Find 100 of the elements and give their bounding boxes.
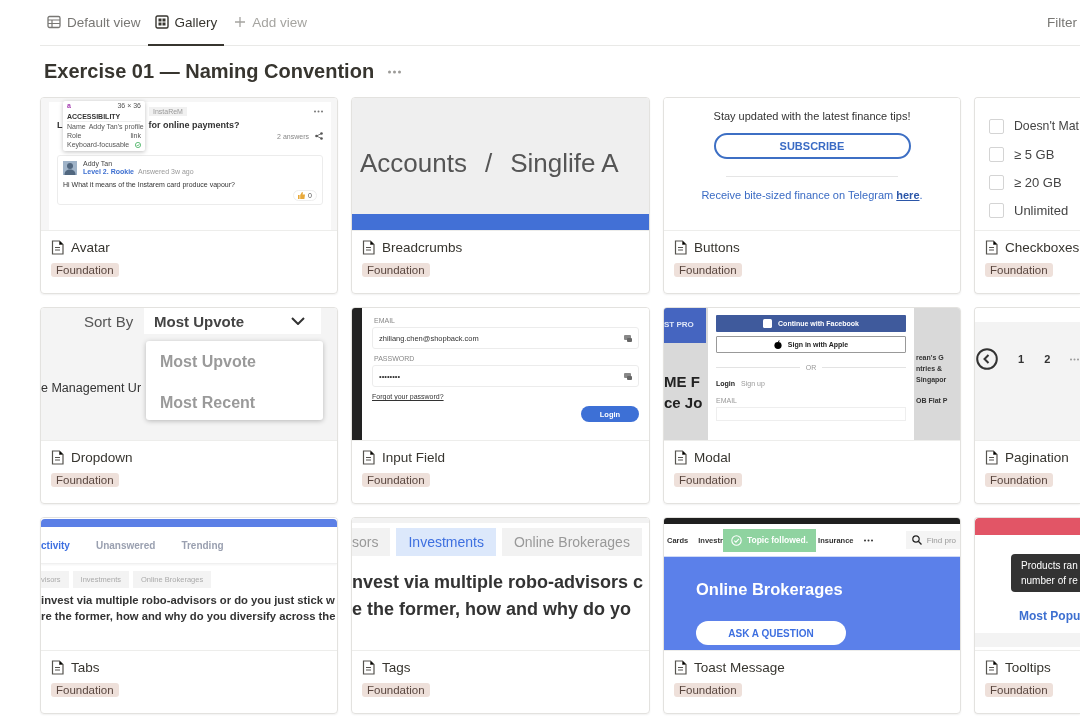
page-icon bbox=[362, 449, 375, 465]
avatar-icon bbox=[63, 160, 77, 175]
page-icon bbox=[51, 659, 64, 675]
view-tab[interactable]: Default view bbox=[40, 0, 148, 46]
tag: Foundation bbox=[674, 683, 742, 697]
breadcrumb-item[interactable]: Singlife A bbox=[510, 148, 619, 179]
telegram-note: Receive bite-sized finance on Telegram here. bbox=[701, 189, 923, 201]
page-icon bbox=[985, 449, 998, 465]
page-icon bbox=[674, 659, 687, 675]
page-icon bbox=[985, 659, 998, 675]
gallery-card[interactable]: Accounts / Singlife A Breadcrumbs Foundation bbox=[351, 97, 650, 294]
gallery-icon bbox=[154, 15, 169, 29]
toast-text: Topic followed. bbox=[746, 535, 809, 545]
card-title: Modal bbox=[694, 449, 731, 465]
gallery-card[interactable] bbox=[40, 97, 338, 294]
background-text: e Management Ur bbox=[41, 381, 142, 395]
checkbox-label: ≥ 20 GB bbox=[1014, 174, 1062, 190]
autofill-icon bbox=[624, 334, 632, 342]
card-title: Toast Message bbox=[694, 659, 785, 675]
ellipsis-icon bbox=[1070, 357, 1080, 361]
question-text: re the former, how and why do you diversify across the bbox=[41, 609, 336, 624]
telegram-link[interactable]: here bbox=[896, 189, 920, 201]
checkbox[interactable] bbox=[989, 146, 1004, 162]
background-text: ME F bbox=[664, 373, 700, 390]
tag: Foundation bbox=[985, 473, 1053, 487]
page-icon bbox=[674, 449, 687, 465]
gallery-card[interactable]: Products ran number of re Most Popu Tooltips Foundation bbox=[974, 517, 1080, 714]
card-title: Tabs bbox=[71, 659, 100, 675]
gallery-card[interactable]: Doesn't Mat ≥ 5 GB ≥ 20 GB Unlimited Checkboxes Foundation bbox=[974, 97, 1080, 294]
plus-icon bbox=[234, 16, 247, 28]
tab[interactable]: Most Popu bbox=[1019, 609, 1080, 623]
newsletter-text: Stay updated with the latest finance tips! bbox=[713, 110, 911, 122]
page-icon bbox=[674, 239, 687, 255]
page-number[interactable]: 2 bbox=[1044, 353, 1051, 365]
page-icon bbox=[51, 449, 64, 465]
page-icon bbox=[362, 659, 375, 675]
gallery-card[interactable]: Sort By Most Upvote e Management Ur Most Upvote Most Recent Dropdown Foundation bbox=[40, 307, 338, 504]
background-text: ST PRO bbox=[664, 308, 706, 343]
tag: Foundation bbox=[51, 263, 119, 277]
card-title: Tags bbox=[382, 659, 411, 675]
more-icon bbox=[314, 110, 323, 113]
checkbox[interactable] bbox=[989, 118, 1004, 134]
tag: Foundation bbox=[985, 683, 1053, 697]
ask-question-button[interactable]: ASK A QUESTION bbox=[696, 621, 846, 645]
filter-button[interactable]: Filter bbox=[1047, 0, 1080, 45]
page-icon bbox=[51, 239, 64, 255]
tag: Foundation bbox=[51, 473, 119, 487]
search-icon bbox=[911, 535, 922, 545]
question-text: e the former, how and why do yo bbox=[352, 598, 632, 621]
background-text: ce Jo bbox=[664, 394, 703, 411]
card-title: Input Field bbox=[382, 449, 446, 465]
checkbox-label: Doesn't Mat bbox=[1014, 119, 1079, 133]
question-text: nvest via multiple robo-advisors c bbox=[352, 571, 644, 594]
checkbox-label: ≥ 5 GB bbox=[1014, 146, 1055, 162]
card-title: Tooltips bbox=[1005, 659, 1051, 675]
tag: Foundation bbox=[674, 263, 742, 277]
gallery-card[interactable]: sors Investments Online Brokerages nvest via multiple robo-advisors c e the former, how and why do yo Tags Foundation bbox=[351, 517, 650, 714]
breadcrumb-item[interactable]: Accounts bbox=[360, 148, 467, 179]
card-title: Pagination bbox=[1005, 449, 1069, 465]
card-title: Checkboxes bbox=[1005, 239, 1080, 255]
question-text: for online payments? bbox=[148, 120, 240, 130]
subscribe-button[interactable]: SUBSCRIBE bbox=[713, 133, 911, 159]
checkbox[interactable] bbox=[989, 174, 1004, 190]
checkbox-label: Unlimited bbox=[1014, 202, 1069, 218]
view-tab[interactable]: Gallery bbox=[147, 0, 225, 46]
page-title: Exercise 01 — Naming Convention bbox=[44, 60, 375, 83]
page-icon bbox=[985, 239, 998, 255]
logo-icon bbox=[763, 319, 773, 328]
tag: Foundation bbox=[362, 473, 430, 487]
thumbs-up-icon bbox=[298, 192, 306, 199]
tooltip: Products ran number of re bbox=[1011, 554, 1080, 592]
checkbox[interactable] bbox=[989, 202, 1004, 218]
card-title: Dropdown bbox=[71, 449, 133, 465]
card-title: Buttons bbox=[694, 239, 740, 255]
gallery-card[interactable]: Stay updated with the latest finance tips! SUBSCRIBE Receive bite-sized finance on Telegram here. Buttons Foundation bbox=[663, 97, 961, 294]
card-title: Breadcrumbs bbox=[382, 239, 463, 255]
tag: Foundation bbox=[362, 263, 430, 277]
check-circle-icon bbox=[135, 142, 141, 148]
topic-tag[interactable]: Investments bbox=[396, 528, 496, 556]
question-text: L bbox=[57, 120, 63, 130]
tag: Foundation bbox=[985, 263, 1053, 277]
hero-heading: Online Brokerages bbox=[696, 580, 844, 599]
sort-dropdown[interactable]: Most Upvote bbox=[144, 308, 321, 334]
card-title: Avatar bbox=[71, 239, 110, 255]
share-icon bbox=[315, 132, 323, 140]
page-number[interactable]: 1 bbox=[1018, 353, 1025, 365]
table-icon bbox=[47, 15, 61, 29]
tag: Foundation bbox=[362, 683, 430, 697]
breadcrumb-separator: / bbox=[484, 148, 493, 179]
question-text: invest via multiple robo-advisors or do you just stick w bbox=[41, 593, 335, 608]
tab[interactable]: ctivity bbox=[41, 539, 70, 551]
more-icon[interactable] bbox=[388, 69, 402, 74]
check-circle-icon bbox=[730, 534, 742, 546]
tag: Foundation bbox=[674, 473, 742, 487]
gallery-card[interactable]: 1 2 Pagination Foundation bbox=[974, 307, 1080, 504]
previous-page-icon[interactable] bbox=[976, 348, 998, 370]
sort-label: Sort By bbox=[84, 312, 135, 330]
more-icon bbox=[863, 538, 873, 542]
chevron-down-icon bbox=[291, 317, 305, 325]
page-icon bbox=[362, 239, 375, 255]
